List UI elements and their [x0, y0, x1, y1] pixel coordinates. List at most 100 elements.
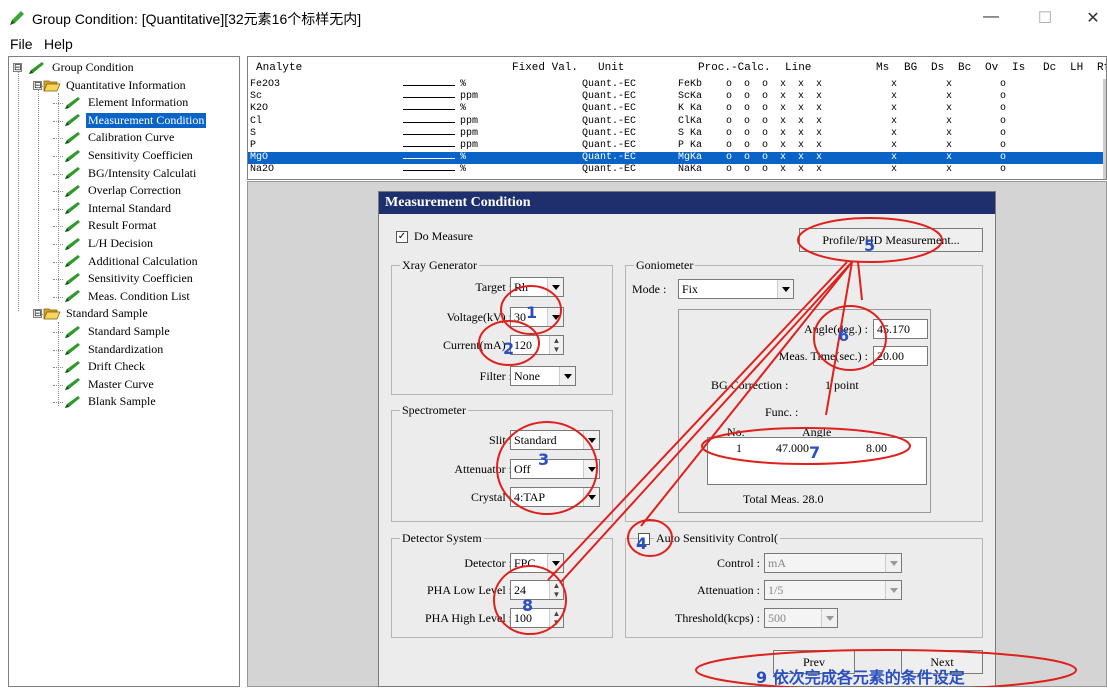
control-select[interactable]: mA	[764, 553, 902, 573]
tree-item[interactable]: Element Information	[63, 94, 190, 111]
slit-select[interactable]: Standard	[510, 430, 600, 450]
list-row-no[interactable]: 1	[736, 441, 742, 456]
tree-item-label: BG/Intensity Calculati	[88, 165, 197, 180]
table-row[interactable]: MgO% Quant.-EC MgKa o o o x x x x x o	[248, 152, 1106, 165]
attenuator-select[interactable]: Off	[510, 459, 600, 479]
menu-help[interactable]: Help	[44, 36, 73, 52]
list-row-angle[interactable]: 47.000	[776, 441, 809, 456]
maximize-button[interactable]: ☐	[1030, 8, 1060, 28]
tree-item-label: Group Condition	[52, 60, 134, 74]
slit-value: Standard	[514, 433, 557, 447]
tree-expander[interactable]: ⊟	[33, 80, 42, 90]
tree-item[interactable]: Measurement Condition	[63, 112, 207, 129]
col-ov[interactable]: Ov	[985, 62, 998, 74]
list-row-time[interactable]: 8.00	[866, 441, 887, 456]
current-stepper[interactable]: 120 ▲ ▼	[510, 335, 564, 355]
col-dc[interactable]: Dc	[1043, 62, 1056, 74]
minimize-button[interactable]: —	[976, 8, 1006, 26]
table-row[interactable]: Fe2O3% Quant.-EC FeKb o o o x x x x x o	[248, 79, 1106, 91]
col-ms[interactable]: Ms	[876, 62, 889, 74]
chevron-down-icon	[885, 581, 901, 599]
mode-select[interactable]: Fix	[678, 279, 794, 299]
filter-select[interactable]: None	[510, 366, 576, 386]
tree-item[interactable]: Additional Calculation	[63, 253, 200, 270]
annotation-2: 2	[503, 339, 515, 358]
profile-phd-button[interactable]: Profile/PHD Measurement...	[799, 228, 983, 252]
tree-connector	[53, 173, 63, 175]
do-measure-checkbox[interactable]: ✓	[396, 231, 408, 243]
detector-group-title: Detector System	[400, 531, 484, 546]
col-lh[interactable]: LH	[1070, 62, 1083, 74]
tree-item[interactable]: Overlap Correction	[63, 182, 183, 199]
col-is[interactable]: Is	[1012, 62, 1025, 74]
table-row[interactable]: K2O% Quant.-EC K Ka o o o x x x x x o	[248, 103, 1106, 115]
col-proc-calc[interactable]: Proc.-Calc.	[698, 62, 771, 74]
col-rf[interactable]: Rf	[1097, 62, 1106, 74]
mode-label: Mode :	[632, 282, 667, 296]
tree-expander[interactable]: ⊟	[13, 63, 22, 72]
tree-expander[interactable]: ⊟	[33, 309, 42, 319]
tree-item-label: L/H Decision	[88, 236, 153, 250]
attenuation-select[interactable]: 1/5	[764, 580, 902, 600]
crystal-select[interactable]: 4:TAP	[510, 487, 600, 507]
target-select[interactable]: Rh	[510, 277, 564, 297]
tree-item[interactable]: BG/Intensity Calculati	[63, 165, 198, 182]
spectrometer-group-title: Spectrometer	[400, 403, 468, 418]
detector-value: FPC	[514, 556, 536, 570]
pen-icon	[65, 149, 80, 162]
tree-item[interactable]: Blank Sample	[63, 393, 158, 410]
cell-flags: o o o x x x	[726, 164, 823, 176]
detector-select[interactable]: FPC	[510, 553, 564, 573]
cell-flags: o o o x x x	[726, 103, 823, 115]
cell-ds: x	[946, 115, 953, 127]
col-bg[interactable]: BG	[904, 62, 917, 74]
tree-item[interactable]: Sensitivity Coefficien	[63, 147, 195, 164]
tree-item[interactable]: Result Format	[63, 217, 158, 234]
spin-arrows-icon[interactable]: ▲ ▼	[549, 581, 563, 599]
chevron-down-icon	[547, 308, 563, 326]
spin-arrows-icon[interactable]: ▲ ▼	[549, 336, 563, 354]
table-row[interactable]: Na2O% Quant.-EC NaKa o o o x x x x x o	[248, 164, 1106, 176]
cell-line: FeKb	[678, 79, 703, 90]
col-line[interactable]: Line	[785, 62, 811, 74]
table-row[interactable]: Sc ppm Quant.-EC ScKa o o o x x x x x o	[248, 91, 1106, 103]
col-unit[interactable]: Unit	[598, 62, 624, 74]
meas-time-input[interactable]: 20.00	[873, 346, 928, 366]
tree-item[interactable]: Group Condition	[27, 59, 136, 76]
col-bc[interactable]: Bc	[958, 62, 971, 74]
angle-input[interactable]: 45.170	[873, 319, 928, 339]
table-row[interactable]: Pppm Quant.-EC P Ka o o o x x x x x o	[248, 140, 1106, 152]
tree-item[interactable]: Quantitative Information	[43, 77, 188, 94]
spin-arrows-icon[interactable]: ▲ ▼	[549, 609, 563, 627]
tree-item[interactable]: Standard Sample	[63, 323, 172, 340]
table-row[interactable]: Cl ppm Quant.-EC ClKa o o o x x x x x o	[248, 116, 1106, 128]
tree-item[interactable]: Meas. Condition List	[63, 288, 192, 305]
threshold-select[interactable]: 500	[764, 608, 838, 628]
col-ds[interactable]: Ds	[931, 62, 944, 74]
close-button[interactable]: ✕	[1078, 8, 1107, 28]
pha-low-stepper[interactable]: 24 ▲ ▼	[510, 580, 564, 600]
tree-item[interactable]: Standardization	[63, 341, 165, 358]
pen-icon	[65, 378, 80, 391]
tree-connector	[53, 261, 63, 263]
col-fixed-val[interactable]: Fixed Val.	[512, 62, 578, 74]
tree-item[interactable]: Standard Sample	[43, 305, 150, 322]
chevron-down-icon	[777, 280, 793, 298]
tree-item[interactable]: Sensitivity Coefficien	[63, 270, 195, 287]
tree-item[interactable]: Internal Standard	[63, 200, 173, 217]
cell-ms: x	[891, 115, 898, 127]
detector-label: Detector :	[464, 556, 512, 570]
menu-file[interactable]: File	[10, 36, 33, 52]
col-analyte[interactable]: Analyte	[256, 62, 302, 74]
pen-icon	[65, 114, 80, 127]
threshold-value: 500	[768, 611, 786, 625]
tree-item[interactable]: Drift Check	[63, 358, 147, 375]
table-row[interactable]: Sppm Quant.-EC S Ka o o o x x x x x o	[248, 128, 1106, 140]
cell-unit: ppm	[460, 91, 479, 103]
pha-high-stepper[interactable]: 100 ▲ ▼	[510, 608, 564, 628]
cell-proc: Quant.-EC	[582, 152, 637, 164]
tree-item[interactable]: L/H Decision	[63, 235, 155, 252]
tree-item[interactable]: Master Curve	[63, 376, 156, 393]
tree-item[interactable]: Calibration Curve	[63, 129, 176, 146]
grid-scrollbar[interactable]	[1103, 79, 1106, 179]
